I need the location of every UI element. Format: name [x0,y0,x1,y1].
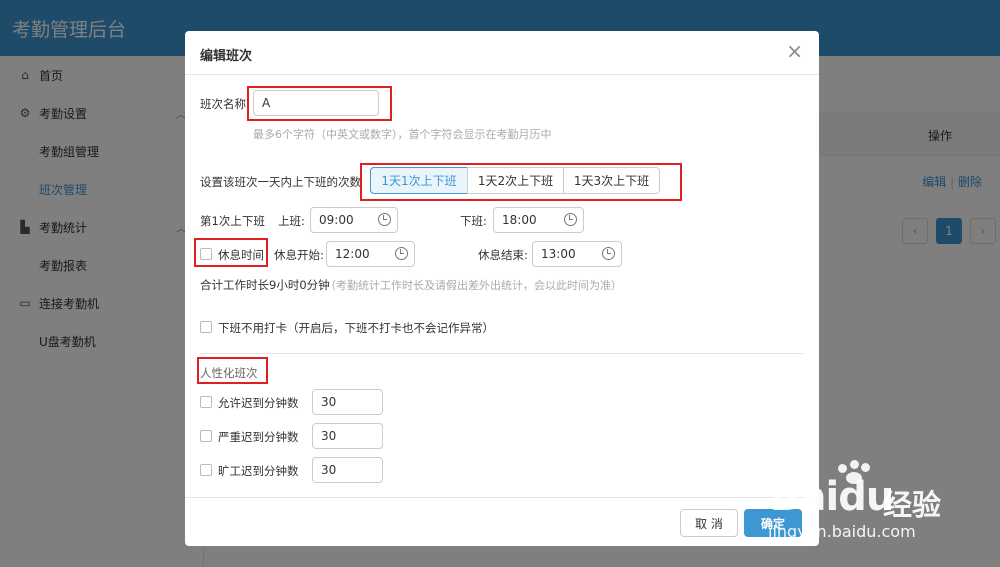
off-duty-time-input[interactable]: 18:00 [493,207,584,233]
edit-shift-dialog: 编辑班次 × 班次名称 A 最多6个字符（中英文或数字），首个字符会显示在考勤月… [185,31,819,546]
dialog-header-divider [185,74,819,75]
highlight-box [247,86,392,121]
rest-end-time-value: 13:00 [541,247,576,261]
total-work-time: 合计工作时长9小时0分钟 [200,278,330,292]
rest-start-time-input[interactable]: 12:00 [326,241,415,267]
serious-late-label: 严重迟到分钟数 [218,430,299,444]
rest-start-label: 休息开始: [274,248,324,262]
late-allowed-label: 允许迟到分钟数 [218,396,299,410]
off-duty-time-value: 18:00 [502,213,537,227]
times-per-day-label: 设置该班次一天内上下班的次数 [200,175,361,189]
cancel-button[interactable]: 取 消 [680,509,738,537]
serious-late-checkbox[interactable] [200,430,212,442]
paw-icon [861,463,870,472]
rest-start-time-value: 12:00 [335,247,370,261]
watermark-url: jingyan.baidu.com [768,522,916,541]
highlight-box [197,357,268,384]
on-duty-time-value: 09:00 [319,213,354,227]
rest-end-label: 休息结束: [478,248,528,262]
absent-late-label: 旷工迟到分钟数 [218,464,299,478]
paw-icon [850,460,859,469]
off-duty-label: 下班: [460,214,487,228]
watermark-cn: 经验 [883,488,942,522]
total-work-hint: （考勤统计工作时长及请假出差外出统计，会以此时间为准） [325,279,622,292]
absent-late-input[interactable]: 30 [312,457,383,483]
late-allowed-checkbox[interactable] [200,396,212,408]
absent-late-checkbox[interactable] [200,464,212,476]
baidu-jingyan-watermark: Baidu 经验 jingyan.baidu.com [760,460,1000,567]
on-duty-label: 上班: [278,214,305,228]
section-divider [200,353,804,354]
no-punch-label: 下班不用打卡（开启后，下班不打卡也不会记作异常） [218,321,494,335]
clock-icon [378,213,391,226]
watermark-brand: Baidu [770,474,894,520]
clock-icon [564,213,577,226]
serious-late-input[interactable]: 30 [312,423,383,449]
clock-icon [602,247,615,260]
paw-icon [838,464,847,473]
no-punch-checkbox[interactable] [200,321,212,333]
late-allowed-input[interactable]: 30 [312,389,383,415]
shift1-label: 第1次上下班 [200,214,265,228]
clock-icon [395,247,408,260]
on-duty-time-input[interactable]: 09:00 [310,207,398,233]
close-icon[interactable]: × [786,41,803,61]
highlight-box [360,163,682,201]
highlight-box [194,238,268,267]
dialog-footer-divider [185,497,819,498]
rest-end-time-input[interactable]: 13:00 [532,241,622,267]
shift-name-hint: 最多6个字符（中英文或数字），首个字符会显示在考勤月历中 [253,128,552,141]
dialog-title: 编辑班次 [200,49,253,64]
shift-name-label: 班次名称 [200,97,246,111]
